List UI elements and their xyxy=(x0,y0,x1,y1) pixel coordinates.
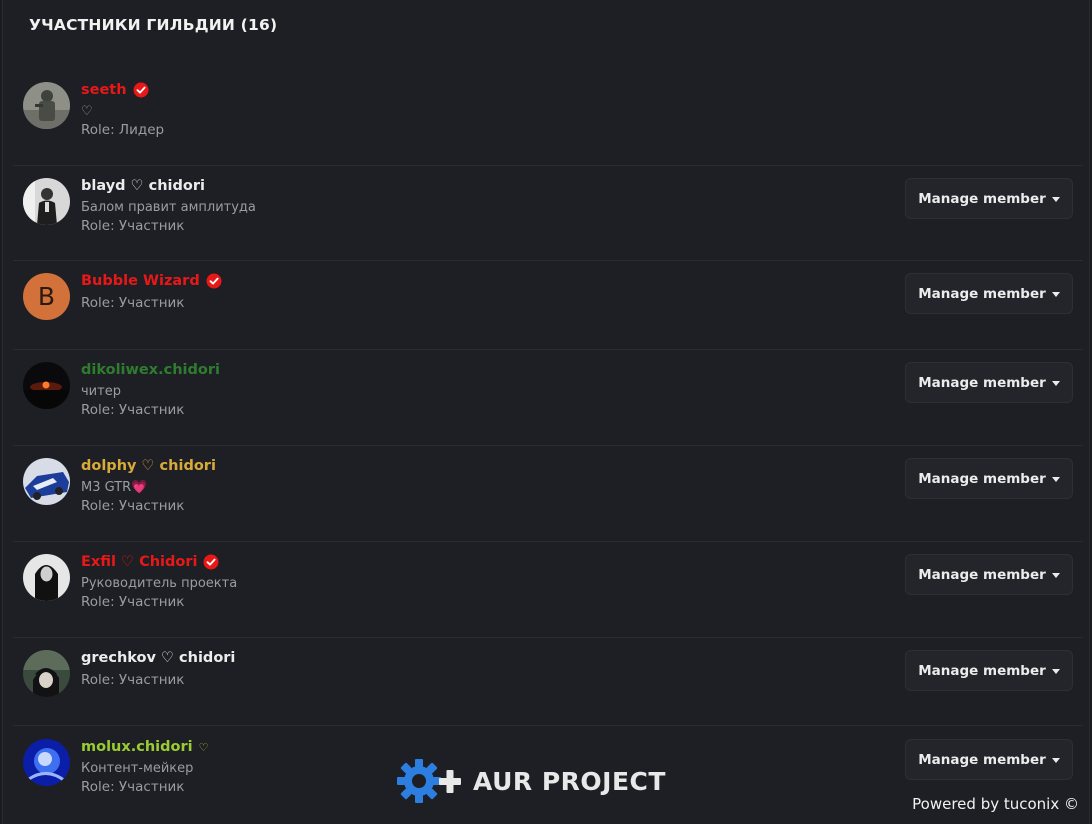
manage-member-label: Manage member xyxy=(918,566,1046,583)
member-name-text: blayd ♡ chidori xyxy=(81,178,205,194)
member-name-text: dolphy ♡ chidori xyxy=(81,458,216,474)
member-row: seeth ♡ Role: Лидер xyxy=(13,66,1083,166)
member-name[interactable]: Bubble Wizard xyxy=(81,273,222,289)
verified-icon xyxy=(206,273,222,289)
letter-b-avatar[interactable]: B xyxy=(23,273,70,320)
member-name-text: dikoliwex.chidori xyxy=(81,362,220,378)
member-role: Role: Участник xyxy=(81,594,185,610)
soldier-avatar[interactable] xyxy=(23,82,70,129)
car-avatar[interactable] xyxy=(23,458,70,505)
member-name[interactable]: seeth xyxy=(81,82,149,98)
manage-member-button[interactable]: Manage member xyxy=(905,458,1073,499)
chevron-down-icon xyxy=(1051,758,1060,763)
manage-member-label: Manage member xyxy=(918,285,1046,302)
member-role: Role: Участник xyxy=(81,672,185,688)
blue-swirl-avatar[interactable] xyxy=(23,739,70,786)
member-status: читер xyxy=(81,384,121,399)
member-name-text: molux.chidori xyxy=(81,739,193,755)
heart-icon: ♡ xyxy=(198,740,209,754)
manage-member-label: Manage member xyxy=(918,190,1046,207)
sunset-avatar[interactable] xyxy=(23,362,70,409)
member-status: Контент-мейкер xyxy=(81,761,194,776)
manage-member-label: Manage member xyxy=(918,662,1046,679)
member-role: Role: Лидер xyxy=(81,122,165,138)
member-status: Руководитель проекта xyxy=(81,576,238,591)
manage-member-label: Manage member xyxy=(918,470,1046,487)
member-row: dolphy ♡ chidori M3 GTR💗 Role: Участник … xyxy=(13,446,1083,542)
guild-members-panel: УЧАСТНИКИ ГИЛЬДИИ (16) seeth ♡ Role: Лид… xyxy=(2,0,1090,824)
manage-member-button[interactable]: Manage member xyxy=(905,554,1073,595)
member-name-text: seeth xyxy=(81,82,127,98)
avatar-letter: B xyxy=(37,282,56,311)
member-row: B Bubble Wizard Role: Участник Manage me… xyxy=(13,261,1083,350)
verified-icon xyxy=(203,554,219,570)
member-name[interactable]: Exfil ♡ Chidori xyxy=(81,554,219,570)
member-row: blayd ♡ chidori Балом правит амплитуда R… xyxy=(13,166,1083,261)
member-name-text: Bubble Wizard xyxy=(81,273,200,289)
manage-member-button[interactable]: Manage member xyxy=(905,273,1073,314)
member-row: dikoliwex.chidori читер Role: Участник M… xyxy=(13,350,1083,446)
manage-member-button[interactable]: Manage member xyxy=(905,362,1073,403)
member-name-text: Exfil ♡ Chidori xyxy=(81,554,198,570)
manage-member-button[interactable]: Manage member xyxy=(905,650,1073,691)
member-role: Role: Участник xyxy=(81,779,185,795)
gear-plus-icon xyxy=(397,759,461,803)
chevron-down-icon xyxy=(1051,669,1060,674)
member-role: Role: Участник xyxy=(81,218,185,234)
woman-portrait-avatar[interactable] xyxy=(23,554,70,601)
chevron-down-icon xyxy=(1051,381,1060,386)
member-role: Role: Участник xyxy=(81,498,185,514)
suit-man-avatar[interactable] xyxy=(23,178,70,225)
member-status: Балом правит амплитуда xyxy=(81,200,256,215)
chevron-down-icon xyxy=(1051,292,1060,297)
aur-project-watermark: AUR PROJECT xyxy=(395,756,666,806)
member-name[interactable]: blayd ♡ chidori xyxy=(81,178,205,194)
powered-by-label: Powered by tuconix © xyxy=(912,795,1079,813)
member-name-text: grechkov ♡ chidori xyxy=(81,650,236,666)
manage-member-button[interactable]: Manage member xyxy=(905,178,1073,219)
member-role: Role: Участник xyxy=(81,402,185,418)
member-name[interactable]: molux.chidori ♡ xyxy=(81,739,208,755)
chevron-down-icon xyxy=(1051,477,1060,482)
manage-member-label: Manage member xyxy=(918,374,1046,391)
member-status: ♡ xyxy=(81,104,93,119)
member-name[interactable]: grechkov ♡ chidori xyxy=(81,650,235,666)
chevron-down-icon xyxy=(1051,573,1060,578)
verified-icon xyxy=(133,82,149,98)
watermark-text: AUR PROJECT xyxy=(473,766,666,796)
manage-member-label: Manage member xyxy=(918,751,1046,768)
manage-member-button[interactable]: Manage member xyxy=(905,739,1073,780)
anime-avatar[interactable] xyxy=(23,650,70,697)
member-row: grechkov ♡ chidori Role: Участник Manage… xyxy=(13,638,1083,726)
member-status: M3 GTR💗 xyxy=(81,480,148,495)
member-role: Role: Участник xyxy=(81,295,185,311)
member-row: Exfil ♡ Chidori Руководитель проекта Rol… xyxy=(13,542,1083,638)
page-title: УЧАСТНИКИ ГИЛЬДИИ (16) xyxy=(29,16,278,34)
member-name[interactable]: dikoliwex.chidori xyxy=(81,362,220,378)
chevron-down-icon xyxy=(1051,197,1060,202)
member-name[interactable]: dolphy ♡ chidori xyxy=(81,458,216,474)
